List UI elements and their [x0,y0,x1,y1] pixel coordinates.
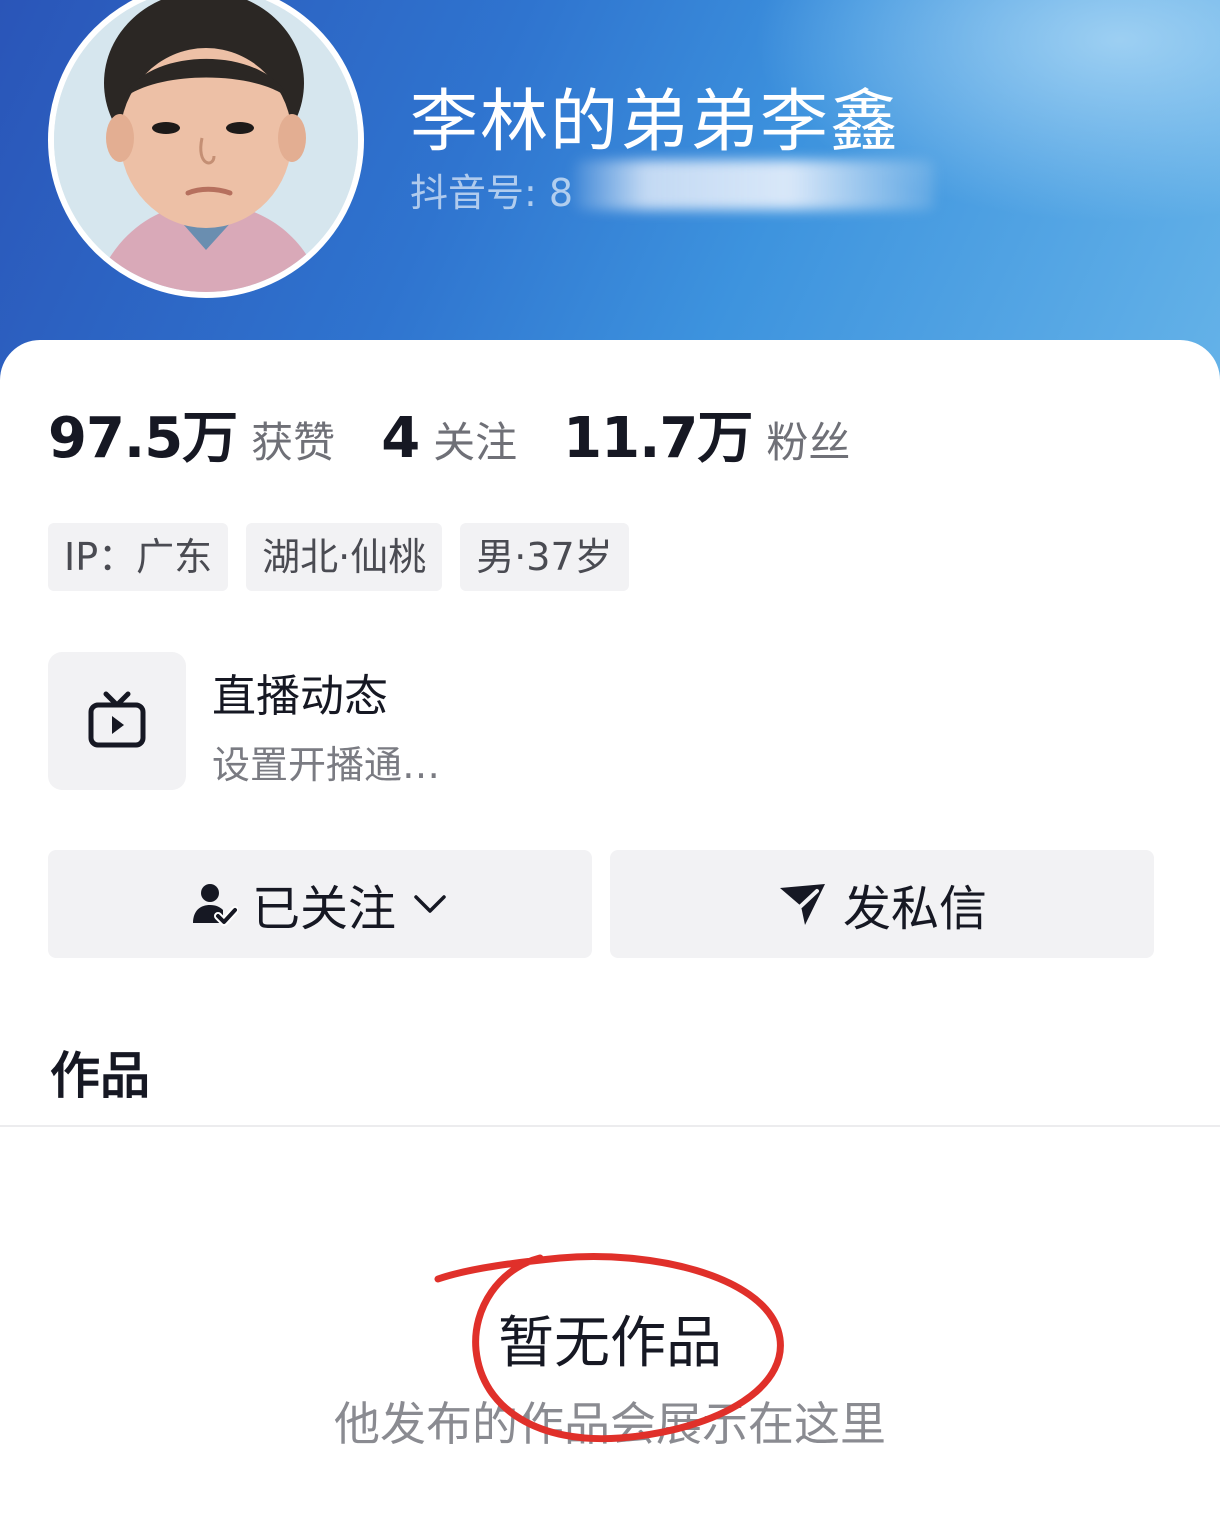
chevron-down-icon [414,895,446,913]
followers-label[interactable]: 粉丝 [766,409,850,470]
live-title[interactable]: 直播动态 [212,660,388,724]
tag-ip: IP：广东 [48,523,229,591]
send-message-label: 发私信 [842,881,987,937]
empty-state-title: 暂无作品 [498,1311,722,1376]
live-entry-button[interactable] [48,652,186,790]
followed-button[interactable]: 已关注 [48,850,592,958]
tag-location: 湖北·仙桃 [246,523,443,591]
following-label[interactable]: 关注 [433,409,517,470]
likes-count: 97.5万 [48,406,238,471]
profile-name: 李林的弟弟李鑫 [410,83,901,162]
douyin-id: 抖音号: 8 [410,171,574,215]
live-subtitle[interactable]: 设置开播通… [212,734,440,789]
empty-state-subtitle: 他发布的作品会展示在这里 [334,1397,886,1451]
followed-label: 已关注 [251,881,396,937]
tag-gender-age: 男·37岁 [460,523,629,591]
user-check-icon [192,884,238,926]
tab-works[interactable]: 作品 [50,1036,150,1108]
tab-divider [0,1125,1220,1127]
stats-row: 97.5万 获赞 4 关注 11.7万 粉丝 [48,393,896,474]
send-icon [779,884,825,925]
send-message-button[interactable]: 发私信 [610,850,1154,958]
followers-count[interactable]: 11.7万 [563,393,753,474]
tv-icon [88,691,146,748]
id-blur-mask [574,160,934,210]
likes-label: 获赞 [251,418,336,467]
following-count[interactable]: 4 [381,406,420,471]
profile-tags: IP：广东 湖北·仙桃 男·37岁 [48,523,629,591]
